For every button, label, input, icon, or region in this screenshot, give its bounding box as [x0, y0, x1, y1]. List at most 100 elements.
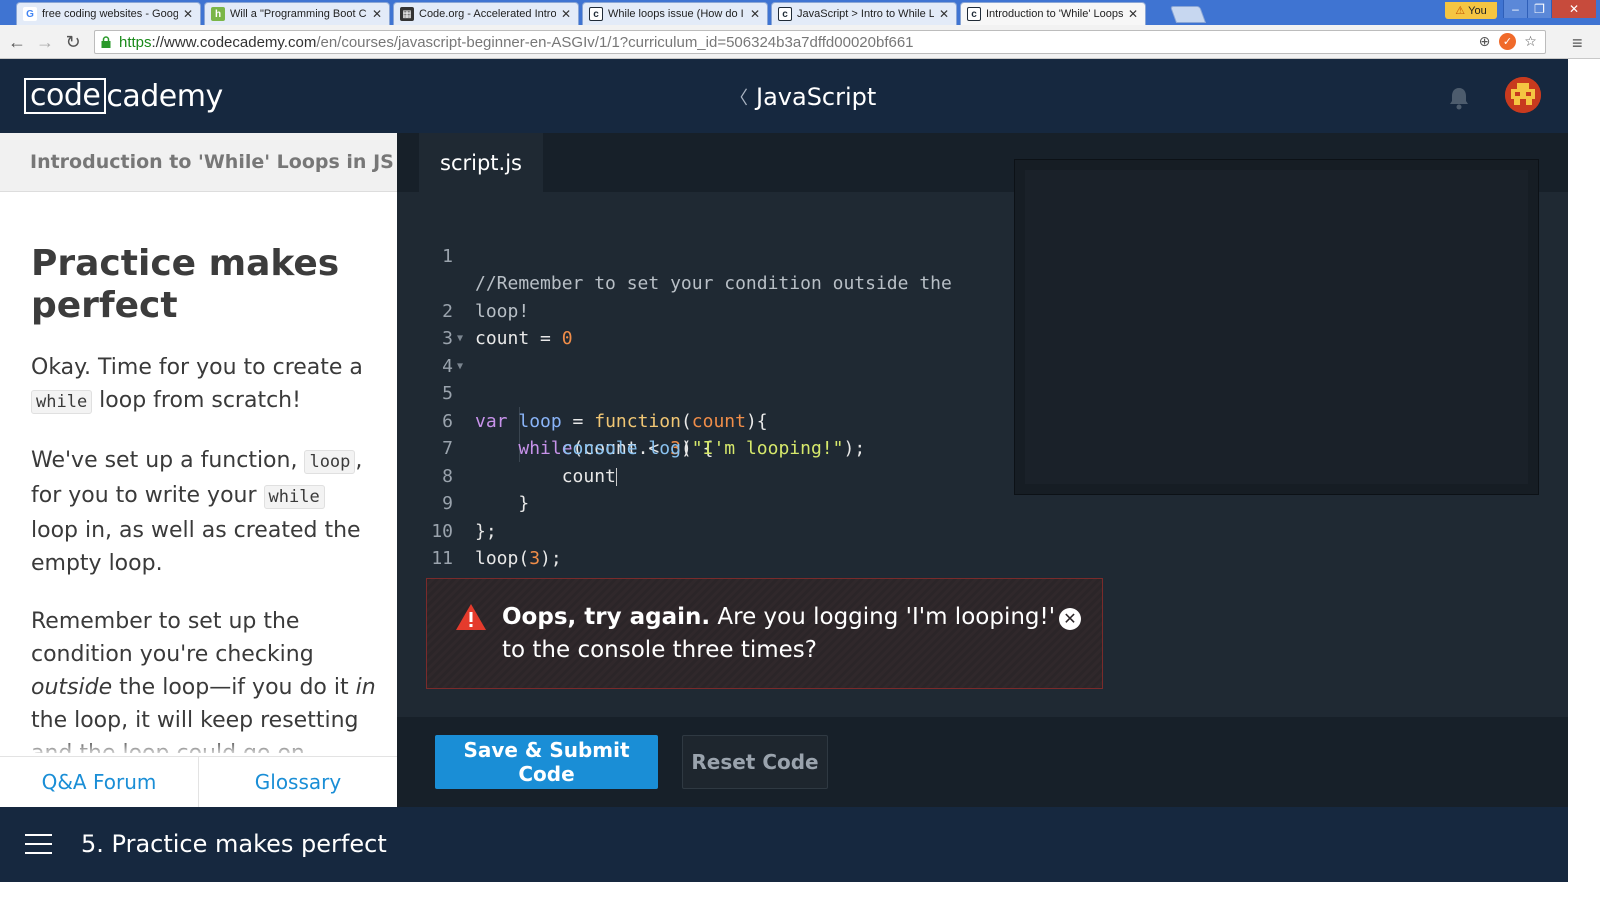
browser-tab[interactable]: G free coding websites - Googl ✕ [16, 2, 201, 25]
code-token: loop [475, 548, 519, 569]
inline-code: while [31, 390, 93, 414]
extension-icon[interactable]: ✓ [1499, 33, 1516, 50]
browser-toolbar: ← → ↻ https://www.codecademy.com/en/cour… [0, 25, 1600, 59]
code-line: 4 ▼ var loop = function(count){ [397, 325, 1007, 432]
text-run: Remember to set up the condition you're … [31, 609, 314, 667]
output-console[interactable] [1014, 159, 1539, 495]
code-line: 6 console.log("I'm looping!"); [397, 380, 1007, 460]
avatar-icon [1505, 77, 1541, 113]
browser-tab-title: Code.org - Accelerated Intro [419, 8, 556, 20]
url-host: ://www.codecademy.com [151, 34, 317, 51]
text-run: loop in, as well as created the empty lo… [31, 518, 361, 576]
close-tab-icon[interactable]: ✕ [938, 7, 950, 21]
browser-tab[interactable]: c While loops issue (How do I ✕ [582, 2, 768, 25]
zoom-icon[interactable]: ⊕ [1476, 33, 1493, 50]
address-bar[interactable]: https://www.codecademy.com/en/courses/ja… [94, 30, 1546, 54]
text-run: loop from scratch! [92, 388, 301, 413]
page-scrollbar[interactable] [1568, 59, 1600, 882]
text-run: the loop—if you do it [112, 675, 356, 700]
code-editor[interactable]: 1 //Remember to set your condition outsi… [397, 215, 1007, 570]
chevron-left-icon: 〈 [730, 88, 748, 109]
google-favicon-icon: G [23, 7, 37, 21]
code-line: 2 count = 0 [397, 270, 1007, 350]
maximize-button[interactable]: ❐ [1527, 0, 1551, 18]
reset-code-button[interactable]: Reset Code [682, 735, 828, 789]
text-run: We've set up a function, [31, 448, 305, 473]
browser-tab-title: Will a "Programming Boot Ca [230, 8, 367, 20]
emphasis-text: outside [31, 675, 113, 700]
code-line: 11 [397, 518, 1007, 569]
lesson-title: Practice makes perfect [31, 243, 340, 326]
lesson-paragraph: Remember to set up the condition you're … [31, 605, 376, 753]
lesson-pane: Introduction to 'While' Loops in JS Prac… [0, 133, 397, 807]
profile-badge[interactable]: ⚠ You [1445, 2, 1497, 19]
browser-tab[interactable]: c JavaScript > Intro to While L ✕ [771, 2, 957, 25]
error-title: Oops, try again. [502, 604, 711, 630]
code-line: 8 } [397, 435, 1007, 515]
warning-icon: ⚠ [1455, 5, 1466, 17]
app-header: code cademy 〈 JavaScript [0, 59, 1568, 133]
content-fade [0, 738, 397, 756]
forward-arrow-icon[interactable]: → [34, 31, 56, 53]
lock-icon [101, 36, 111, 48]
fold-arrow-icon[interactable]: ▼ [457, 353, 463, 381]
course-title: JavaScript [756, 83, 877, 111]
editor-action-bar: Save & Submit Code Reset Code [397, 717, 1568, 807]
line-number: 1 [442, 245, 453, 267]
close-error-icon[interactable]: ✕ [1059, 608, 1081, 630]
save-submit-button[interactable]: Save & Submit Code [435, 735, 658, 789]
url-path: /en/courses/javascript-beginner-en-ASGIv… [316, 34, 914, 51]
text-run: Okay. Time for you to create a [31, 355, 363, 380]
qa-forum-link[interactable]: Q&A Forum [0, 757, 198, 807]
inline-code: loop [304, 450, 356, 474]
browser-menu-icon[interactable]: ≡ [1572, 33, 1583, 54]
lesson-footer: Q&A Forum Glossary [0, 756, 397, 807]
page-bottom-edge [0, 882, 1600, 900]
fold-arrow-icon[interactable]: ▼ [457, 325, 463, 353]
code-token: ( [518, 548, 530, 569]
browser-tab[interactable]: h Will a "Programming Boot Ca ✕ [204, 2, 390, 25]
reload-icon[interactable]: ↻ [62, 31, 84, 53]
line-number: 11 [431, 548, 453, 569]
back-arrow-icon[interactable]: ← [6, 31, 28, 53]
browser-tab-active[interactable]: c Introduction to 'While' Loops ✕ [960, 2, 1146, 25]
site-favicon-icon: h [211, 7, 225, 21]
code-line: 10 loop(3); [397, 490, 1007, 570]
glossary-link[interactable]: Glossary [198, 757, 397, 807]
codecademy-favicon-icon: c [967, 7, 981, 21]
file-tab-script-js[interactable]: script.js [419, 133, 543, 192]
window-close-button[interactable]: ✕ [1551, 0, 1596, 18]
code-line: 1 //Remember to set your condition outsi… [397, 215, 1007, 322]
code-text: loop(3); [475, 545, 995, 573]
close-tab-icon[interactable]: ✕ [1127, 7, 1139, 21]
close-tab-icon[interactable]: ✕ [560, 7, 572, 21]
code-token: ); [540, 548, 562, 569]
code-line: 3 [397, 298, 1007, 349]
notification-bell-icon[interactable] [1448, 86, 1470, 110]
browser-tab-title: free coding websites - Googl [42, 8, 178, 20]
course-nav[interactable]: 〈 JavaScript [730, 83, 876, 111]
codecademy-logo[interactable]: code cademy [24, 77, 223, 115]
codecademy-favicon-icon: c [589, 7, 603, 21]
lesson-content[interactable]: Practice makes perfect Okay. Time for yo… [31, 243, 376, 753]
user-avatar[interactable] [1505, 77, 1541, 113]
profile-name: You [1468, 4, 1487, 17]
minimize-button[interactable]: – [1503, 0, 1527, 18]
code-token: 3 [529, 548, 541, 569]
bookmark-star-icon[interactable]: ☆ [1522, 33, 1539, 50]
warning-triangle-icon [456, 604, 486, 630]
error-message-box: Oops, try again. Are you logging 'I'm lo… [426, 578, 1103, 689]
close-tab-icon[interactable]: ✕ [371, 7, 383, 21]
browser-tab-strip: G free coding websites - Googl ✕ h Will … [0, 0, 1600, 25]
exercise-title: 5. Practice makes perfect [81, 830, 387, 858]
codecademy-favicon-icon: c [778, 7, 792, 21]
url-text: https://www.codecademy.com/en/courses/ja… [119, 34, 914, 51]
close-tab-icon[interactable]: ✕ [749, 7, 761, 21]
code-line: 9 }; [397, 463, 1007, 542]
hamburger-menu-icon[interactable] [25, 834, 52, 854]
code-line-active: 7 count [397, 408, 1007, 487]
browser-tab[interactable]: ▦ Code.org - Accelerated Intro ✕ [393, 2, 579, 25]
close-tab-icon[interactable]: ✕ [182, 7, 194, 21]
new-tab-button[interactable] [1169, 6, 1207, 23]
url-scheme: https [119, 34, 152, 51]
